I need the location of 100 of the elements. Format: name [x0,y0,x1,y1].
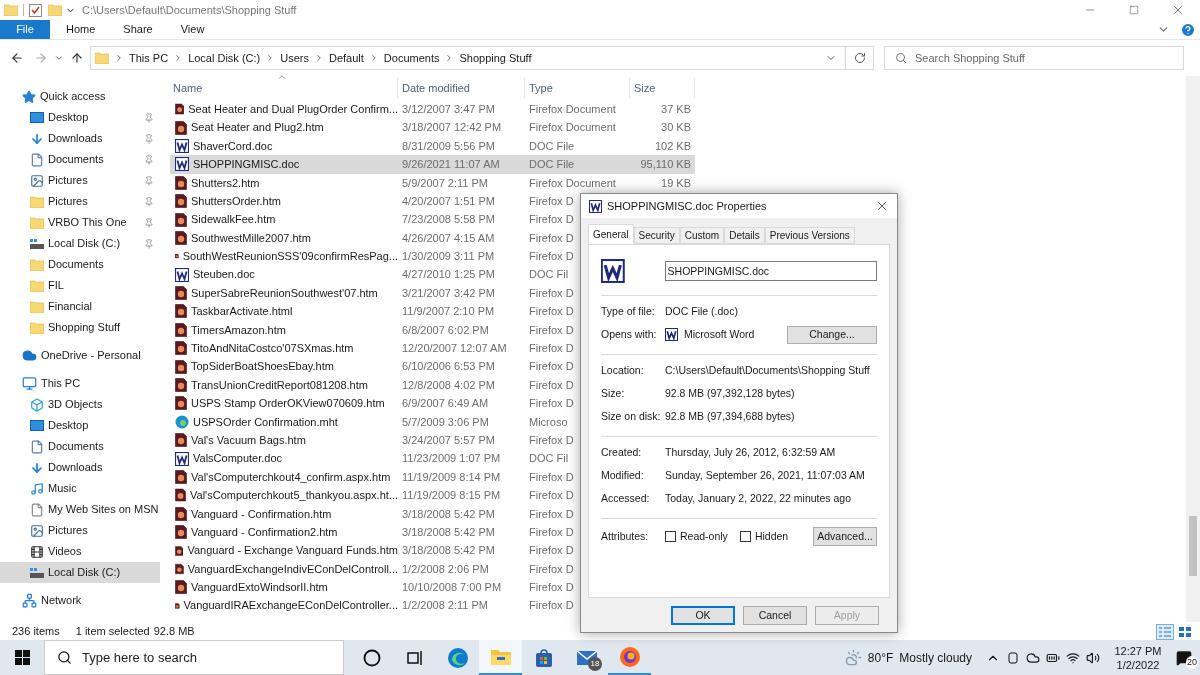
nav-item[interactable]: Videos [0,541,160,562]
nav-item[interactable]: Shopping Stuff [0,317,160,338]
nav-item[interactable]: Pictures [0,191,160,212]
checkbox[interactable] [665,531,676,542]
nav-item[interactable]: Local Disk (C:) [0,233,160,254]
nav-item[interactable]: 3D Objects [0,394,160,415]
nav-item[interactable]: My Web Sites on MSN [0,499,160,520]
date-cell: 5/7/2009 3:06 PM [402,415,489,428]
property-value: Microsoft Word [684,326,755,342]
chevron-icon[interactable] [314,53,324,63]
nav-section[interactable]: This PC [0,373,160,394]
windows-logo-icon [14,650,30,665]
nav-item[interactable]: Documents [0,149,160,170]
checkbox-label[interactable]: Hidden [754,528,789,545]
date-cell: 6/9/2007 6:49 AM [402,397,489,410]
date-cell: 4/27/2010 1:25 PM [402,268,495,281]
up-icon[interactable] [70,51,84,65]
notification-center-button[interactable]: 20 [1168,640,1200,675]
search-field[interactable]: Search Shopping Stuff [915,48,1175,68]
file-menu-tab[interactable]: File [0,20,50,39]
dialog-button[interactable]: OK [671,606,735,625]
cloud-icon[interactable] [1026,650,1040,665]
dialog-tab[interactable]: Details [724,227,765,244]
file-row[interactable]: VanguardExtoWindsorII.htm 10/10/2008 7:00 PM Firefox D [170,578,695,597]
type-cell: Firefox Document [529,176,616,189]
recent-locations-icon[interactable] [54,53,64,63]
nav-item[interactable]: Music [0,478,160,499]
chevron-icon[interactable] [114,53,124,63]
nav-item[interactable]: Desktop [0,415,160,436]
nav-item[interactable]: FIL [0,275,160,296]
file-name-field[interactable]: SHOPPINGMISC.doc [664,261,877,281]
nav-section[interactable]: Quick access [0,86,160,107]
column-header[interactable]: Date modified [398,78,525,98]
clock[interactable]: 12:27 PM 1/2/2022 [1108,643,1168,672]
properties-checkbox-icon[interactable] [29,3,42,17]
meet-now-icon[interactable] [1006,650,1020,665]
file-row[interactable]: Seat Heater and Dual PlugOrder Confirm... 3/12/2007 3:47 PM Firefox Document 37 KB [170,100,695,119]
dialog-tab[interactable]: General [588,224,634,244]
dialog-tab[interactable]: Previous Versions [764,227,855,244]
breadcrumb[interactable]: Local Disk (C:) [188,49,261,67]
nav-item[interactable]: Documents [0,254,160,275]
file-row[interactable]: VanguardExchangeIndivEConDelControll... 1/2/2008 2:06 PM Firefox D [170,559,695,579]
firefox-document-icon [175,230,187,245]
file-name: VanguardExtoWindsorII.htm [191,580,328,596]
nav-item[interactable]: Pictures [0,170,160,191]
nav-item[interactable]: VRBO This One [0,212,160,233]
nav-item[interactable]: Documents [0,436,160,457]
ribbon-tab[interactable]: Home [54,20,108,39]
ribbon-tab[interactable]: View [168,20,217,39]
change-button[interactable]: Change... [787,325,877,344]
column-header[interactable]: Name [170,78,398,98]
nav-section[interactable]: OneDrive - Personal [0,345,160,366]
dialog-tab[interactable]: Custom [679,227,725,244]
help-icon[interactable] [1180,21,1196,38]
column-header[interactable]: Size [630,78,695,98]
details-view-button[interactable] [1156,623,1174,640]
taskbar-search-box[interactable]: Type here to search [44,640,344,675]
file-row[interactable]: SHOPPINGMISC.doc 9/26/2021 11:07 AM DOC File 95,110 KB [170,155,695,174]
breadcrumb[interactable]: Users [280,49,309,67]
file-row[interactable]: ShaverCord.doc 8/31/2009 5:56 PM DOC File 102 KB [170,136,695,156]
close-icon[interactable] [875,199,889,213]
ribbon-tab[interactable]: Share [111,20,165,39]
checkbox[interactable] [739,531,751,542]
date-cell: 3/18/2007 12:42 PM [402,121,502,134]
nav-item[interactable]: Downloads [0,457,160,478]
nav-section[interactable]: Network [0,590,160,611]
breadcrumb[interactable]: This PC [129,49,169,67]
pin-icon [144,112,154,123]
wifi-icon[interactable] [1066,650,1080,665]
type-cell: DOC File [529,139,575,152]
breadcrumb[interactable]: Shopping Stuff [459,49,532,67]
nav-item[interactable]: Desktop [0,107,160,128]
address-bar[interactable]: This PC Local Disk (C:) Users Default Documents Shopping Stuff [90,46,846,70]
file-row[interactable]: SuperSabreReunionSouthwest'07.htm 3/21/2007 3:42 PM Firefox D [170,283,695,303]
dialog-button[interactable]: Cancel [743,606,807,625]
advanced-button[interactable]: Advanced... [813,527,877,546]
dialog-tab[interactable]: Security [633,227,680,244]
scrollbar[interactable] [1186,76,1200,622]
firefox-document-icon [175,561,184,576]
download-icon [30,131,44,146]
taskbar-search-field[interactable]: Type here to search [82,643,342,672]
file-row[interactable]: Seat Heater and Plug2.htm 3/18/2007 12:42 PM Firefox Document 30 KB [170,118,695,137]
nav-item[interactable]: Pictures [0,520,160,541]
file-row[interactable]: Vanguard - Confirmation.htm 3/18/2008 5:42 PM Firefox D [170,504,695,523]
nav-item[interactable]: Financial [0,296,160,317]
breadcrumb[interactable]: Default [329,49,364,67]
nav-item[interactable]: Downloads [0,128,160,149]
breadcrumb[interactable]: Documents [383,49,440,67]
file-row[interactable]: Shutters2.htm 5/9/2007 2:11 PM Firefox Document 19 KB [170,173,695,192]
file-row[interactable]: TitoAndNitaCostco'07SXmas.htm 12/20/2007 12:07 AM Firefox D [170,339,695,358]
temperature[interactable]: 80°F [867,648,894,667]
search-box[interactable]: Search Shopping Stuff [884,46,1184,70]
back-icon[interactable] [10,51,24,65]
column-header[interactable]: Type [525,78,630,98]
weather-condition[interactable]: Mostly cloudy [899,648,972,667]
file-name: ShuttersOrder.htm [191,193,281,209]
taskbar-app-button[interactable]: 18 [565,640,608,675]
refresh-button[interactable] [846,46,874,70]
nav-item[interactable]: Local Disk (C:) [0,562,160,583]
volume-icon[interactable] [1086,650,1100,665]
